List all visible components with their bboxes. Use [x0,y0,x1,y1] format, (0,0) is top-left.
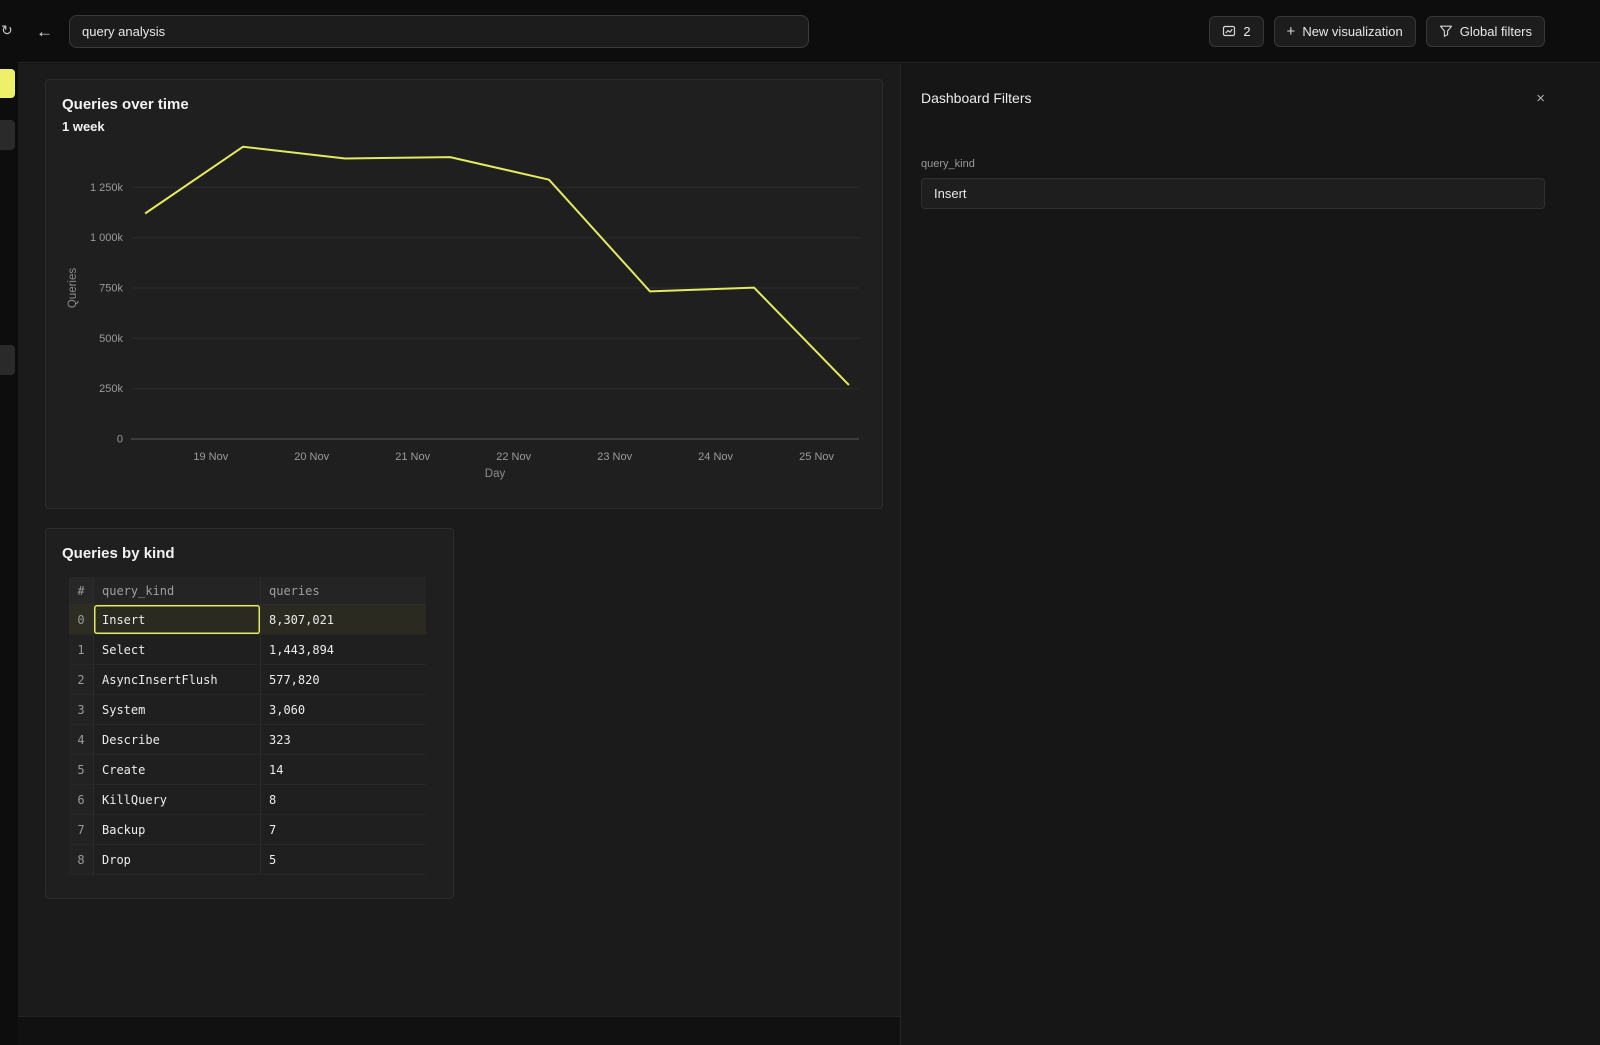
row-index-cell: 7 [69,815,94,844]
panel-count-label: 2 [1243,24,1250,39]
topbar-actions: 2 + New visualization Global filters [1209,16,1545,47]
query-kind-cell[interactable]: Create [94,755,261,784]
new-visualization-label: New visualization [1302,24,1402,39]
bottom-bar [18,1016,900,1045]
queries-cell: 14 [261,755,426,784]
global-filters-label: Global filters [1460,24,1532,39]
svg-text:1 250k: 1 250k [90,182,124,194]
main-content: Queries over time 1 week 0 250k 500k 750k 1 … [18,64,901,1045]
chart-title: Queries over time [62,96,866,114]
table-row[interactable]: 6 KillQuery 8 [69,785,426,815]
query-kind-filter-field: query_kind [921,158,1545,209]
svg-text:1 000k: 1 000k [90,232,124,244]
table-header-row: # query_kind queries [69,577,426,605]
svg-text:750k: 750k [99,283,123,295]
table-row[interactable]: 1 Select 1,443,894 [69,635,426,665]
dashboard-filters-panel: Dashboard Filters × query_kind [901,64,1600,1045]
filter-funnel-icon [1439,24,1453,38]
svg-text:25 Nov: 25 Nov [799,451,834,463]
query-kind-cell[interactable]: System [94,695,261,724]
queries-cell: 8,307,021 [261,605,426,634]
queries-cell: 577,820 [261,665,426,694]
queries-column-header[interactable]: queries [261,577,426,604]
queries-cell: 323 [261,725,426,754]
query-kind-cell[interactable]: Select [94,635,261,664]
rail-item[interactable] [0,120,15,150]
queries-cell: 3,060 [261,695,426,724]
svg-text:Day: Day [485,468,506,480]
table-row[interactable]: 8 Drop 5 [69,845,426,875]
query-kind-cell[interactable]: Insert [94,605,261,634]
table-row[interactable]: 2 AsyncInsertFlush 577,820 [69,665,426,695]
row-index-cell: 4 [69,725,94,754]
filters-panel-title: Dashboard Filters [921,90,1032,106]
svg-text:0: 0 [117,434,123,446]
queries-by-kind-card[interactable]: Queries by kind # query_kind queries 0 I… [45,528,454,899]
active-dashboard-indicator[interactable] [0,69,15,98]
query-kind-filter-input[interactable] [921,178,1545,209]
row-index-cell: 5 [69,755,94,784]
table-row[interactable]: 0 Insert 8,307,021 [69,605,426,635]
row-index-cell: 0 [69,605,94,634]
row-index-cell: 3 [69,695,94,724]
table-title: Queries by kind [62,545,437,563]
queries-cell: 8 [261,785,426,814]
close-icon[interactable]: × [1536,91,1545,106]
query-kind-cell[interactable]: Drop [94,845,261,874]
queries-line-chart[interactable]: 0 250k 500k 750k 1 000k 1 250k 19 Nov 20 Nov 21 … [62,139,868,492]
svg-text:250k: 250k [99,383,123,395]
svg-text:22 Nov: 22 Nov [496,451,531,463]
panels-icon [1222,24,1236,38]
app-window: ↻ ← 2 + New visualization [0,0,1600,1045]
left-rail: ↻ [0,0,18,1045]
plus-icon: + [1287,24,1296,39]
query-kind-cell[interactable]: AsyncInsertFlush [94,665,261,694]
chart-subtitle: 1 week [62,119,866,135]
queries-cell: 7 [261,815,426,844]
query-kind-cell[interactable]: Describe [94,725,261,754]
top-bar: ← 2 + New visualization Global filters [18,0,1600,63]
row-index-cell: 6 [69,785,94,814]
query-kind-cell[interactable]: KillQuery [94,785,261,814]
table-row[interactable]: 7 Backup 7 [69,815,426,845]
row-index-cell: 8 [69,845,94,874]
svg-text:20 Nov: 20 Nov [294,451,329,463]
dashboard-title-input[interactable] [69,15,809,48]
index-column-header: # [69,577,94,604]
refresh-icon[interactable]: ↻ [1,22,13,39]
queries-over-time-card[interactable]: Queries over time 1 week 0 250k 500k 750k 1 … [45,79,883,509]
queries-cell: 1,443,894 [261,635,426,664]
query-kind-column-header[interactable]: query_kind [94,577,261,604]
panel-count-button[interactable]: 2 [1209,16,1263,47]
table-row[interactable]: 5 Create 14 [69,755,426,785]
row-index-cell: 2 [69,665,94,694]
back-button[interactable]: ← [36,23,53,40]
queries-table: # query_kind queries 0 Insert 8,307,021 … [69,577,426,875]
svg-text:23 Nov: 23 Nov [597,451,632,463]
svg-text:24 Nov: 24 Nov [698,451,733,463]
query-kind-cell[interactable]: Backup [94,815,261,844]
svg-text:19 Nov: 19 Nov [193,451,228,463]
queries-cell: 5 [261,845,426,874]
rail-item[interactable] [0,345,15,375]
table-row[interactable]: 4 Describe 323 [69,725,426,755]
new-visualization-button[interactable]: + New visualization [1274,16,1416,47]
table-row[interactable]: 3 System 3,060 [69,695,426,725]
svg-text:500k: 500k [99,333,123,345]
svg-text:Queries: Queries [67,268,79,309]
row-index-cell: 1 [69,635,94,664]
filters-panel-header: Dashboard Filters × [921,90,1545,106]
global-filters-button[interactable]: Global filters [1426,16,1545,47]
svg-text:21 Nov: 21 Nov [395,451,430,463]
query-kind-filter-label: query_kind [921,158,1545,170]
